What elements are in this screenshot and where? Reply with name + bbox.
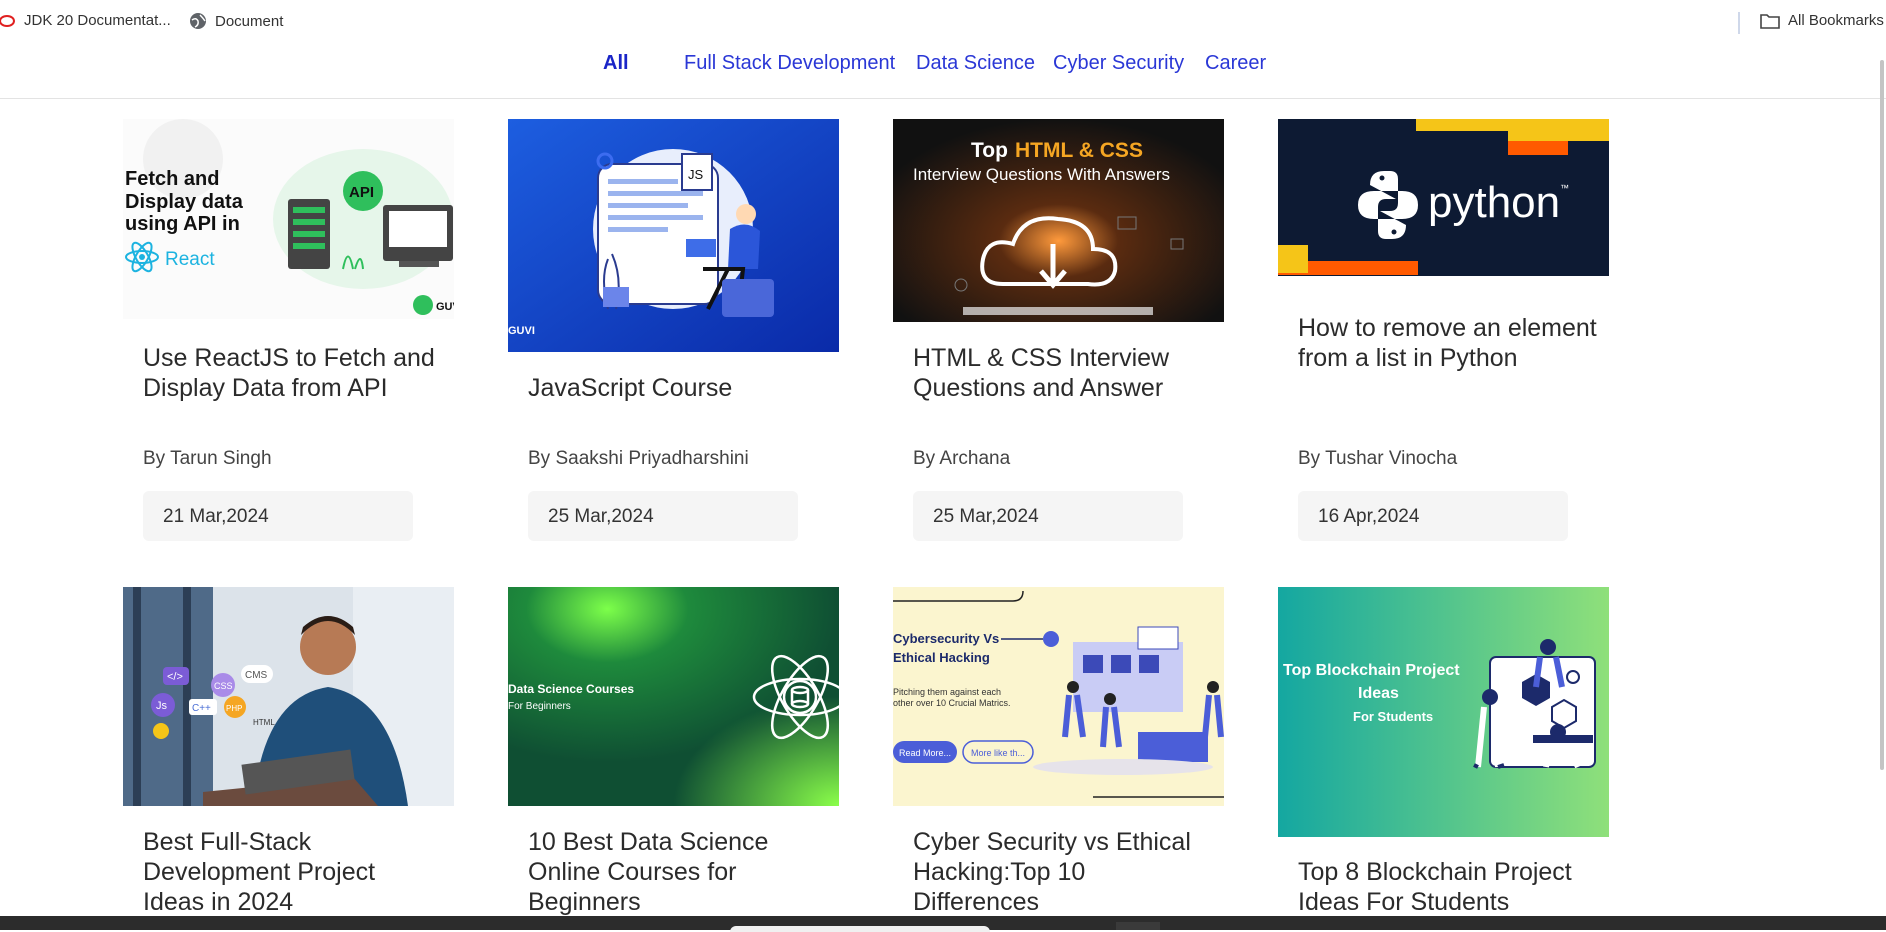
thumb-text: python: [1428, 178, 1560, 227]
thumb-text: Data Science Courses: [508, 682, 634, 696]
taskbar-item[interactable]: [730, 926, 990, 932]
blog-card[interactable]: Data Science Courses For Beginners 10 Be…: [508, 587, 839, 917]
thumb-text: Pitching them against each: [893, 687, 1001, 697]
tab-cyber-security[interactable]: Cyber Security: [1053, 52, 1184, 75]
card-title[interactable]: JavaScript Course: [528, 373, 828, 403]
thumb-text: React: [165, 249, 215, 270]
card-author: By Tarun Singh: [143, 448, 272, 469]
card-thumbnail: Cybersecurity Vs Ethical Hacking Pitchin…: [893, 587, 1224, 806]
card-title[interactable]: How to remove an element from a list in …: [1298, 313, 1598, 373]
card-author: By Tushar Vinocha: [1298, 448, 1458, 469]
tab-all[interactable]: All: [603, 52, 629, 75]
thumb-text: Interview Questions With Answers: [913, 165, 1170, 184]
thumb-text: Js: [156, 700, 168, 712]
thumb-text: </>: [167, 671, 183, 683]
bookmarks-divider: [1738, 12, 1740, 34]
blog-card[interactable]: Fetch and Display data using API in Reac…: [123, 119, 454, 549]
thumb-text: For Students: [1353, 709, 1433, 724]
card-title[interactable]: HTML & CSS Interview Questions and Answe…: [913, 343, 1213, 403]
globe-icon: [190, 13, 206, 29]
card-title[interactable]: Top 8 Blockchain Project Ideas For Stude…: [1298, 857, 1598, 917]
thumb-text: Top: [971, 139, 1008, 162]
tab-full-stack-development[interactable]: Full Stack Development: [684, 52, 895, 75]
card-title[interactable]: 10 Best Data Science Online Courses for …: [528, 827, 828, 917]
thumb-text: Top Blockchain Project: [1283, 662, 1460, 679]
thumb-text: GUVI: [508, 325, 535, 337]
card-thumbnail: Data Science Courses For Beginners: [508, 587, 839, 806]
oracle-icon: [0, 14, 15, 27]
bookmarks-bar: JDK 20 Documentat... Document All Bookma…: [0, 0, 1886, 44]
category-nav: All Full Stack Development Data Science …: [0, 44, 1886, 99]
thumb-text: other over 10 Crucial Matrics.: [893, 698, 1011, 708]
thumb-text: ™: [1560, 183, 1569, 193]
card-title[interactable]: Cyber Security vs Ethical Hacking:Top 10…: [913, 827, 1213, 917]
card-author: By Archana: [913, 448, 1011, 469]
blog-card[interactable]: JS GUVI JavaScript Course By Saakshi Pri…: [508, 119, 839, 549]
bookmark-document[interactable]: Document: [189, 12, 283, 30]
card-title[interactable]: Use ReactJS to Fetch and Display Data fr…: [143, 343, 443, 403]
thumb-text: HTML: [253, 718, 275, 727]
card-title[interactable]: Best Full-Stack Development Project Idea…: [143, 827, 443, 917]
thumb-text: C++: [192, 703, 211, 714]
bookmark-label: JDK 20 Documentat...: [24, 12, 171, 29]
thumb-text: PHP: [226, 704, 242, 713]
thumb-text: CMS: [245, 670, 268, 681]
page-scrollbar[interactable]: [1880, 60, 1884, 770]
card-thumbnail: JS GUVI: [508, 119, 839, 352]
thumb-text: HTML & CSS: [1015, 139, 1143, 162]
thumb-text: Ideas: [1358, 685, 1399, 702]
card-thumbnail: Top Blockchain Project Ideas For Student…: [1278, 587, 1609, 837]
tab-career[interactable]: Career: [1205, 52, 1266, 75]
blog-card[interactable]: Top HTML & CSS Interview Questions With …: [893, 119, 1224, 549]
thumb-text: Ethical Hacking: [893, 650, 990, 665]
blog-card[interactable]: Cybersecurity Vs Ethical Hacking Pitchin…: [893, 587, 1224, 917]
thumb-text: JS: [688, 167, 704, 182]
thumb-text: using API in: [125, 213, 240, 235]
blog-card[interactable]: </> CMS CSS Js C++ PHP HTML Best Full-St…: [123, 587, 454, 917]
thumb-text: More like th...: [971, 748, 1025, 758]
taskbar-item[interactable]: [1116, 922, 1160, 930]
card-date: 25 Mar,2024: [913, 491, 1183, 541]
all-bookmarks-label: All Bookmarks: [1788, 12, 1884, 29]
folder-icon: [1760, 13, 1780, 29]
tab-data-science[interactable]: Data Science: [916, 52, 1035, 75]
blog-card[interactable]: Top Blockchain Project Ideas For Student…: [1278, 587, 1609, 917]
thumb-text: GUVI: [436, 301, 454, 313]
thumb-text: Display data: [125, 191, 244, 213]
thumb-text: For Beginners: [508, 701, 571, 712]
card-date: 25 Mar,2024: [528, 491, 798, 541]
thumb-text: Fetch and: [125, 168, 219, 190]
blog-card[interactable]: python ™ How to remove an element from a…: [1278, 119, 1609, 549]
thumb-text: Read More...: [899, 748, 951, 758]
all-bookmarks-button[interactable]: All Bookmarks: [1760, 12, 1884, 29]
card-thumbnail: Fetch and Display data using API in Reac…: [123, 119, 454, 319]
card-author: By Saakshi Priyadharshini: [528, 448, 749, 469]
bookmark-jdk[interactable]: JDK 20 Documentat...: [0, 12, 171, 29]
thumb-text: CSS: [214, 681, 233, 691]
card-date: 21 Mar,2024: [143, 491, 413, 541]
bookmark-label: Document: [215, 12, 284, 30]
thumb-text: Cybersecurity Vs: [893, 631, 999, 646]
card-date: 16 Apr,2024: [1298, 491, 1568, 541]
card-thumbnail: Top HTML & CSS Interview Questions With …: [893, 119, 1224, 322]
card-thumbnail: python ™: [1278, 119, 1609, 292]
thumb-text: API: [349, 184, 374, 201]
card-thumbnail: </> CMS CSS Js C++ PHP HTML: [123, 587, 454, 806]
